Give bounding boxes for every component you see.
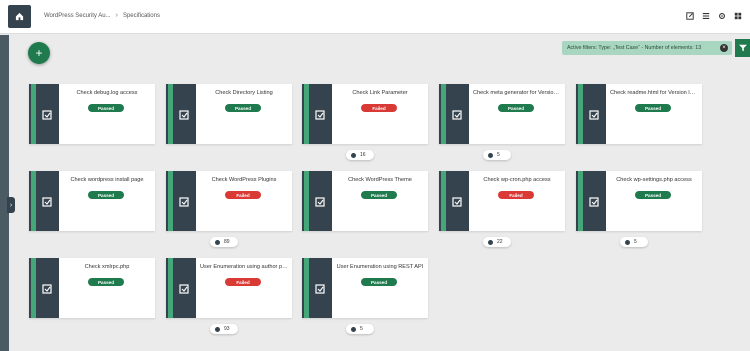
status-badge: Passed <box>361 191 397 199</box>
status-badge: Passed <box>88 278 124 286</box>
card-title: Check wordpress install page <box>70 177 144 183</box>
plus-icon: + <box>35 46 43 60</box>
list-icon[interactable] <box>702 12 710 20</box>
result-icon <box>215 239 220 245</box>
card-title: Check debug.log access <box>76 90 138 96</box>
status-badge: Passed <box>498 104 534 112</box>
test-case-icon <box>589 197 599 207</box>
result-count: 5 <box>497 152 500 158</box>
filter-button[interactable] <box>735 39 750 57</box>
status-badge: Failed <box>225 278 261 286</box>
card-title: Check WordPress Theme <box>348 177 412 183</box>
status-badge: Passed <box>361 278 397 286</box>
test-case-icon <box>452 110 462 120</box>
result-icon <box>215 326 220 332</box>
breadcrumb-page: Specifications <box>122 12 160 19</box>
result-count: 22 <box>497 239 503 245</box>
status-badge: Passed <box>635 104 671 112</box>
test-case-card[interactable]: Check wordpress install page Passed <box>29 171 155 231</box>
filter-icon <box>738 44 747 52</box>
card-title: Check Link Parameter <box>352 90 408 96</box>
result-count-badge[interactable]: 5 <box>346 324 374 334</box>
app-root: WordPress Security Au... › Specification… <box>0 0 750 351</box>
test-case-card[interactable]: Check WordPress Theme Passed <box>302 171 428 231</box>
result-count: 93 <box>224 326 230 332</box>
add-button[interactable]: + <box>28 42 50 64</box>
status-badge: Passed <box>225 104 261 112</box>
test-case-icon <box>589 110 599 120</box>
card-title: Check WordPress Plugins <box>211 177 277 183</box>
grid-icon[interactable] <box>734 12 742 20</box>
card-title: Check xmlrpc.php <box>84 264 130 270</box>
test-case-card[interactable]: Check WordPress Plugins Failed <box>166 171 292 231</box>
result-count-badge[interactable]: 89 <box>210 237 238 247</box>
result-count: 89 <box>224 239 230 245</box>
test-case-icon <box>452 197 462 207</box>
test-case-icon <box>315 110 325 120</box>
test-case-card[interactable]: Check Directory Listing Passed <box>166 84 292 144</box>
result-icon <box>625 239 630 245</box>
toolbar-icons <box>686 12 742 20</box>
close-icon[interactable]: × <box>720 44 728 52</box>
result-count: 5 <box>634 239 637 245</box>
active-filters-text: Active filters: Type: „Test Case“ - Numb… <box>567 45 702 51</box>
test-case-icon <box>179 197 189 207</box>
status-badge: Passed <box>88 191 124 199</box>
status-badge: Failed <box>361 104 397 112</box>
status-badge: Failed <box>498 191 534 199</box>
test-case-icon <box>315 284 325 294</box>
result-count: 5 <box>360 326 363 332</box>
left-rail <box>0 35 9 351</box>
status-badge: Passed <box>635 191 671 199</box>
result-count-badge[interactable]: 16 <box>346 150 374 160</box>
test-case-card[interactable]: Check xmlrpc.php Passed <box>29 258 155 318</box>
test-case-icon <box>179 284 189 294</box>
card-title: Check wp-settings.php access <box>616 177 692 183</box>
test-case-card[interactable]: Check debug.log access Passed <box>29 84 155 144</box>
test-case-icon <box>42 284 52 294</box>
test-case-icon <box>42 197 52 207</box>
settings-icon[interactable] <box>718 12 726 20</box>
result-icon <box>351 152 356 158</box>
test-case-card[interactable]: User Enumeration using author page Failed <box>166 258 292 318</box>
card-title: User Enumeration using REST API <box>336 264 424 270</box>
chevron-right-icon: › <box>115 12 118 19</box>
result-icon <box>488 239 493 245</box>
result-count-badge[interactable]: 22 <box>483 237 511 247</box>
test-case-icon <box>42 110 52 120</box>
card-title: Check meta generator for Version le... <box>473 90 565 96</box>
chevron-right-icon: › <box>9 201 13 209</box>
test-case-card[interactable]: Check wp-cron.php access Failed <box>439 171 565 231</box>
result-count: 16 <box>360 152 366 158</box>
test-case-card[interactable]: User Enumeration using REST API Passed <box>302 258 428 318</box>
result-count-badge[interactable]: 93 <box>210 324 238 334</box>
card-title: Check wp-cron.php access <box>483 177 551 183</box>
result-icon <box>351 326 356 332</box>
sidebar-toggle[interactable]: › <box>7 197 15 213</box>
breadcrumb-project[interactable]: WordPress Security Au... <box>44 13 111 19</box>
test-case-card[interactable]: Check meta generator for Version le... Pa… <box>439 84 565 144</box>
test-case-card[interactable]: Check Link Parameter Failed <box>302 84 428 144</box>
card-title: User Enumeration using author page <box>200 264 292 270</box>
top-bar: WordPress Security Au... › Specification… <box>0 0 750 34</box>
result-icon <box>488 152 493 158</box>
home-icon <box>15 12 24 21</box>
result-count-badge[interactable]: 5 <box>620 237 648 247</box>
card-title: Check readme.html for Version leak... <box>610 90 702 96</box>
test-case-card[interactable]: Check readme.html for Version leak... Pas… <box>576 84 702 144</box>
test-case-icon <box>315 197 325 207</box>
status-badge: Passed <box>88 104 124 112</box>
external-link-icon[interactable] <box>686 12 694 20</box>
result-count-badge[interactable]: 5 <box>483 150 511 160</box>
active-filters-bar: Active filters: Type: „Test Case“ - Numb… <box>562 41 732 55</box>
test-case-icon <box>179 110 189 120</box>
home-button[interactable] <box>8 5 31 28</box>
breadcrumb: WordPress Security Au... › Specification… <box>44 12 160 19</box>
test-case-card[interactable]: Check wp-settings.php access Passed <box>576 171 702 231</box>
status-badge: Failed <box>225 191 261 199</box>
card-title: Check Directory Listing <box>215 90 273 96</box>
